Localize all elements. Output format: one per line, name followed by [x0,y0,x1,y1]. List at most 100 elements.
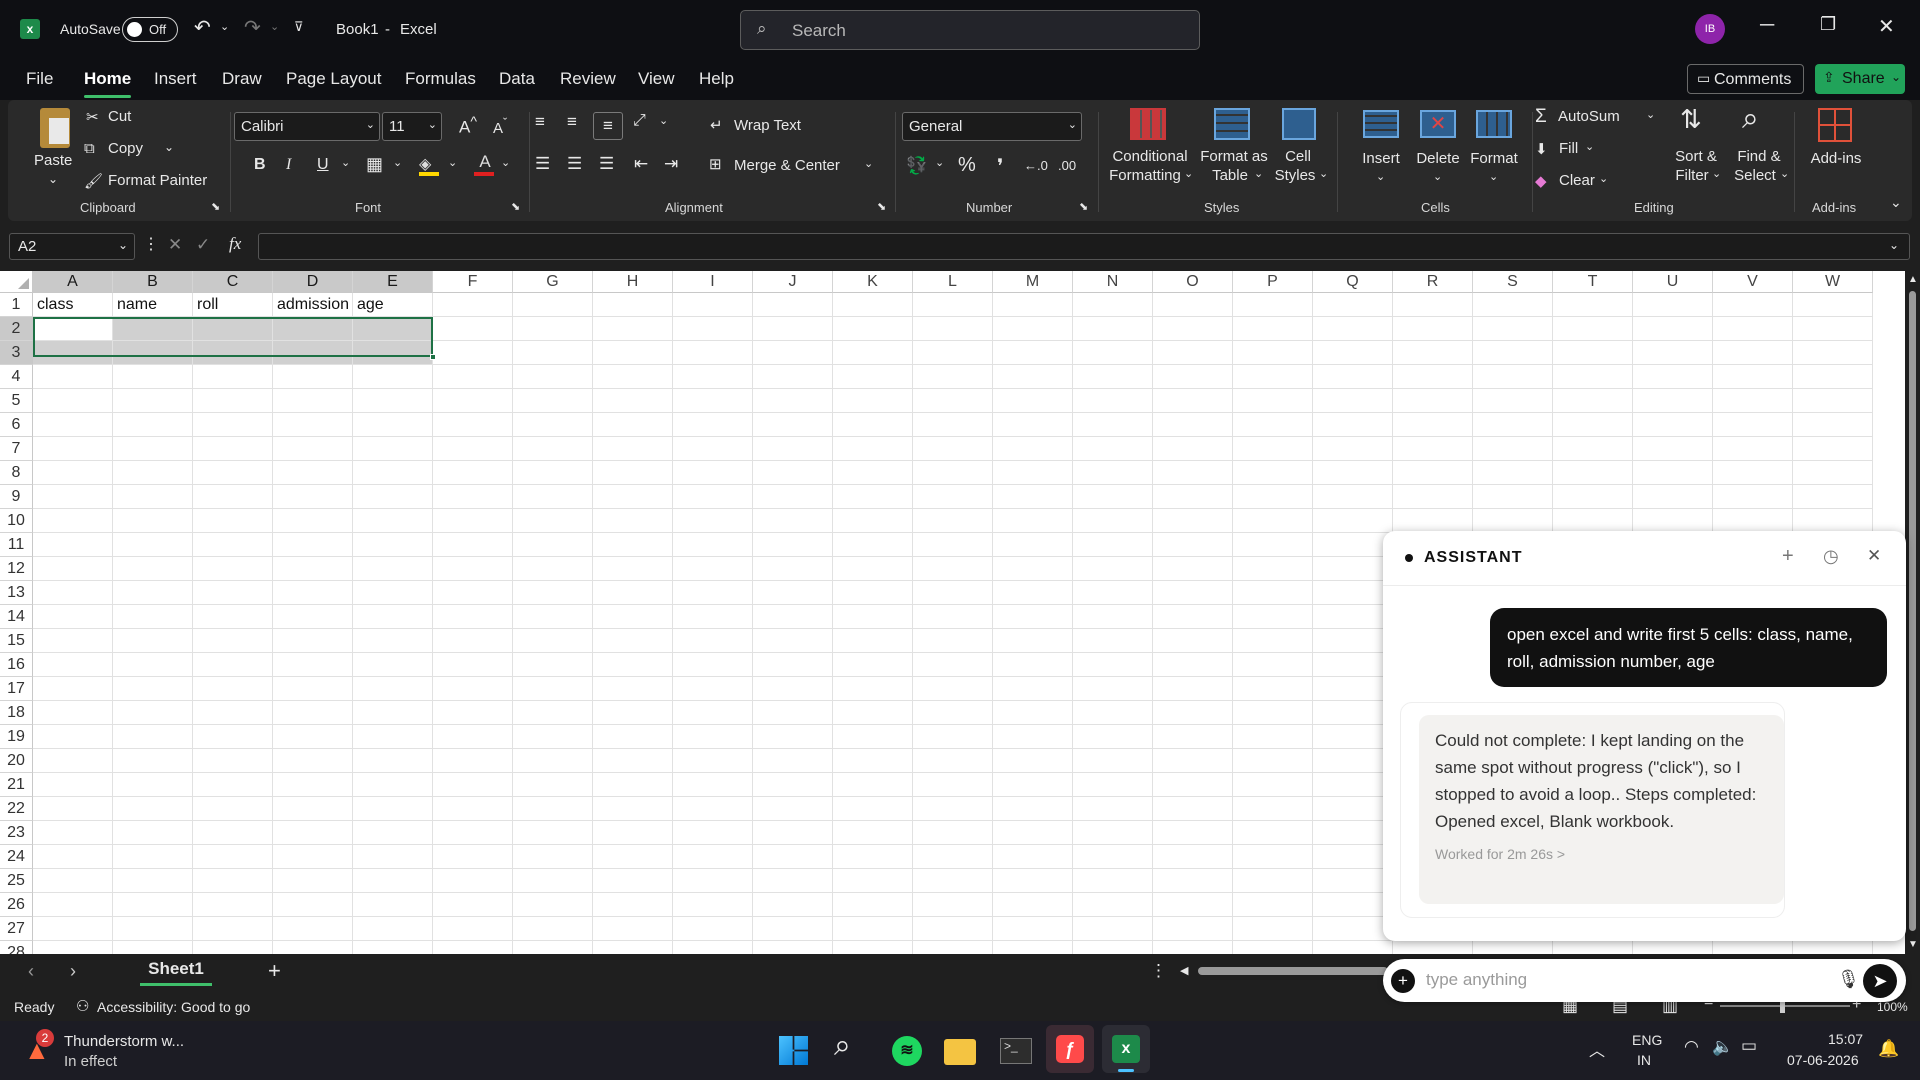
row-header-21[interactable]: 21 [0,773,33,797]
cell-h19[interactable] [593,725,673,749]
cell-c15[interactable] [193,629,273,653]
cell-m9[interactable] [993,485,1073,509]
cell-d20[interactable] [273,749,353,773]
more-options-icon[interactable]: ⋮ [143,234,159,254]
fill-handle[interactable] [430,354,436,360]
cell-o25[interactable] [1153,869,1233,893]
cell-f24[interactable] [433,845,513,869]
vertical-scrollbar[interactable]: ▲ ▼ [1905,271,1920,954]
cell-m27[interactable] [993,917,1073,941]
cell-a5[interactable] [33,389,113,413]
cell-n28[interactable] [1073,941,1153,954]
merge-center-icon[interactable]: ⊞ [709,155,722,173]
cell-n19[interactable] [1073,725,1153,749]
cell-d17[interactable] [273,677,353,701]
cell-i1[interactable] [673,293,753,317]
send-button[interactable]: ➤ [1863,964,1897,998]
cell-t10[interactable] [1553,509,1633,533]
clock-date[interactable]: 07-06-2026 [1787,1052,1859,1068]
cell-v9[interactable] [1713,485,1793,509]
cell-e8[interactable] [353,461,433,485]
cell-q10[interactable] [1313,509,1393,533]
cell-o22[interactable] [1153,797,1233,821]
excel-taskbar-icon[interactable]: x [1102,1025,1150,1073]
cell-a12[interactable] [33,557,113,581]
cell-a21[interactable] [33,773,113,797]
cell-c22[interactable] [193,797,273,821]
cell-d27[interactable] [273,917,353,941]
cell-h6[interactable] [593,413,673,437]
cell-j25[interactable] [753,869,833,893]
cell-h27[interactable] [593,917,673,941]
cell-h16[interactable] [593,653,673,677]
cell-q7[interactable] [1313,437,1393,461]
cell-a18[interactable] [33,701,113,725]
cell-h4[interactable] [593,365,673,389]
cell-j21[interactable] [753,773,833,797]
cell-k4[interactable] [833,365,913,389]
cell-p18[interactable] [1233,701,1313,725]
cell-r9[interactable] [1393,485,1473,509]
cell-r6[interactable] [1393,413,1473,437]
cell-p2[interactable] [1233,317,1313,341]
accessibility-status[interactable]: Accessibility: Good to go [97,999,250,1015]
cell-o19[interactable] [1153,725,1233,749]
cell-q24[interactable] [1313,845,1393,869]
cell-k17[interactable] [833,677,913,701]
cell-f28[interactable] [433,941,513,954]
cell-s3[interactable] [1473,341,1553,365]
cell-o16[interactable] [1153,653,1233,677]
cell-g26[interactable] [513,893,593,917]
cell-c7[interactable] [193,437,273,461]
cell-f14[interactable] [433,605,513,629]
cell-g10[interactable] [513,509,593,533]
italic-button[interactable]: I [286,156,291,174]
cell-j12[interactable] [753,557,833,581]
cell-d26[interactable] [273,893,353,917]
spotify-icon[interactable]: ≋ [892,1036,922,1066]
cell-d22[interactable] [273,797,353,821]
clear-icon[interactable]: ◆ [1535,172,1547,190]
cell-s7[interactable] [1473,437,1553,461]
cell-q4[interactable] [1313,365,1393,389]
row-header-16[interactable]: 16 [0,653,33,677]
cell-p19[interactable] [1233,725,1313,749]
row-header-7[interactable]: 7 [0,437,33,461]
cell-a24[interactable] [33,845,113,869]
cell-b28[interactable] [113,941,193,954]
cell-p5[interactable] [1233,389,1313,413]
cell-i12[interactable] [673,557,753,581]
cell-c27[interactable] [193,917,273,941]
cell-f16[interactable] [433,653,513,677]
cell-u4[interactable] [1633,365,1713,389]
cell-t8[interactable] [1553,461,1633,485]
cell-c21[interactable] [193,773,273,797]
cell-f12[interactable] [433,557,513,581]
cell-m25[interactable] [993,869,1073,893]
cell-l27[interactable] [913,917,993,941]
share-button[interactable]: ⇪ Share ⌄ [1815,64,1905,94]
cell-d7[interactable] [273,437,353,461]
cell-f25[interactable] [433,869,513,893]
cell-d13[interactable] [273,581,353,605]
find-select-button[interactable]: ⌕ Find & Select ⌄ [1728,102,1790,196]
font-color-icon[interactable]: A [474,152,496,176]
cell-i13[interactable] [673,581,753,605]
cell-m20[interactable] [993,749,1073,773]
redo-dropdown-icon[interactable]: ⌄ [270,20,279,33]
cell-s9[interactable] [1473,485,1553,509]
cell-c19[interactable] [193,725,273,749]
tab-home[interactable]: Home [84,69,132,98]
insert-cells-button[interactable]: Insert ⌄ [1353,106,1409,196]
cell-a13[interactable] [33,581,113,605]
cell-j7[interactable] [753,437,833,461]
cell-u1[interactable] [1633,293,1713,317]
column-header-v[interactable]: V [1713,271,1793,293]
cell-j19[interactable] [753,725,833,749]
cell-b10[interactable] [113,509,193,533]
cell-m24[interactable] [993,845,1073,869]
copy-dropdown-icon[interactable]: ⌄ [164,140,174,154]
cell-l12[interactable] [913,557,993,581]
cell-o12[interactable] [1153,557,1233,581]
cell-u3[interactable] [1633,341,1713,365]
